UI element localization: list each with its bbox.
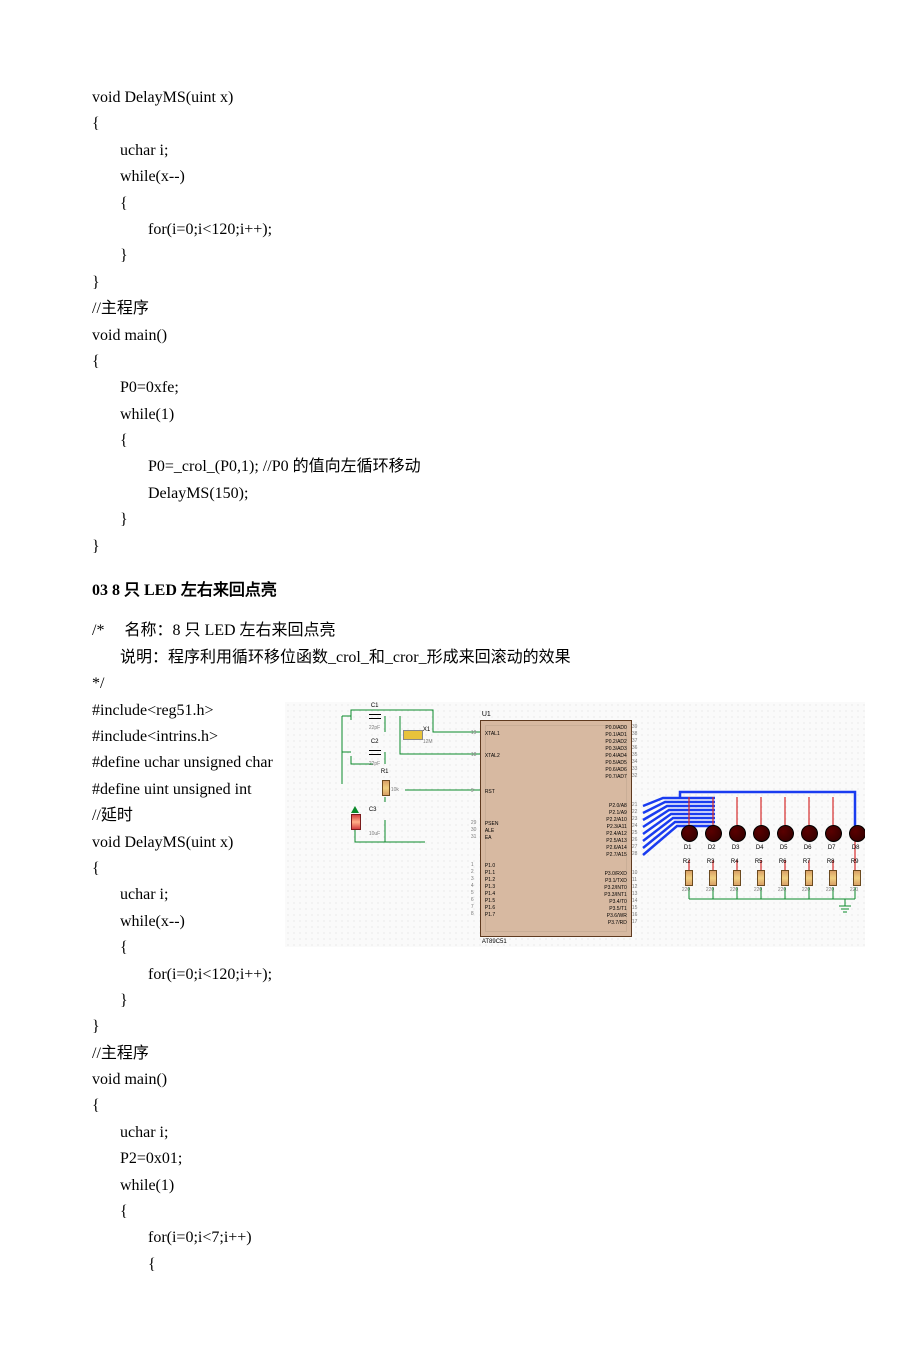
led-label: D3 (732, 844, 740, 854)
x1-label: X1 (423, 726, 430, 736)
u1-label: U1 (482, 709, 491, 721)
code-block-2a: #include<reg51.h> #include<intrins.h> #d… (92, 698, 273, 1041)
pin-label: EA (485, 834, 492, 842)
resistor-value: 220 (682, 886, 690, 894)
led-icon (705, 825, 722, 842)
cap-c3 (351, 814, 361, 830)
resistor-label: R9 (851, 858, 859, 868)
c3-label: C3 (369, 806, 377, 816)
resistor (733, 870, 741, 886)
led-label: D7 (828, 844, 836, 854)
pin-label: XTAL1 (485, 730, 500, 738)
c1-label: C1 (371, 702, 379, 712)
led-icon (849, 825, 865, 842)
resistor-value: 220 (850, 886, 858, 894)
resistor-value: 220 (826, 886, 834, 894)
pin-label: P2.7/A15 (567, 851, 627, 859)
pin-number: 17 (632, 918, 638, 926)
c2-label: C2 (371, 738, 379, 748)
resistor-label: R7 (803, 858, 811, 868)
chip-name: AT89C51 (482, 938, 507, 947)
cap-c2 (369, 750, 381, 755)
r1-label: R1 (381, 768, 389, 778)
resistor-label: R2 (683, 858, 691, 868)
led-icon (777, 825, 794, 842)
pin-label: P1.7 (485, 911, 495, 919)
resistor (853, 870, 861, 886)
circuit-schematic: U1 AT89C51 XTAL119XTAL218RST9PSEN29ALE30… (285, 702, 865, 947)
resistor (829, 870, 837, 886)
pin-number: 8 (471, 910, 474, 918)
led-icon (681, 825, 698, 842)
resistor-label: R8 (827, 858, 835, 868)
led-icon (801, 825, 818, 842)
res-r1 (382, 780, 390, 796)
led-label: D6 (804, 844, 812, 854)
pin-number: 32 (632, 772, 638, 780)
pin-number: 31 (471, 833, 477, 841)
led-label: D5 (780, 844, 788, 854)
pin-number: 18 (471, 751, 477, 759)
c1-value: 22pF (369, 724, 380, 732)
led-icon (753, 825, 770, 842)
section-heading: 03 8 只 LED 左右来回点亮 (92, 578, 828, 604)
led-label: D8 (852, 844, 860, 854)
resistor (709, 870, 717, 886)
pin-label: P0.7/AD7 (567, 773, 627, 781)
resistor (781, 870, 789, 886)
resistor (685, 870, 693, 886)
resistor-value: 220 (754, 886, 762, 894)
resistor-value: 220 (706, 886, 714, 894)
pin-number: 19 (471, 729, 477, 737)
resistor (805, 870, 813, 886)
resistor (757, 870, 765, 886)
resistor-label: R5 (755, 858, 763, 868)
pin-number: 9 (471, 787, 474, 795)
resistor-label: R4 (731, 858, 739, 868)
code-block-2b: //主程序 void main() { uchar i; P2=0x01; wh… (92, 1041, 828, 1279)
resistor-value: 220 (802, 886, 810, 894)
c2-value: 22pF (369, 760, 380, 768)
led-icon (729, 825, 746, 842)
r1-value: 10k (391, 786, 399, 794)
pin-label: RST (485, 788, 495, 796)
led-label: D4 (756, 844, 764, 854)
pin-number: 28 (632, 850, 638, 858)
comment-block: /* 名称：8 只 LED 左右来回点亮 说明：程序利用循环移位函数_crol_… (92, 618, 828, 697)
resistor-label: R3 (707, 858, 715, 868)
led-label: D2 (708, 844, 716, 854)
crystal-x1 (403, 730, 423, 740)
resistor-value: 220 (778, 886, 786, 894)
pin-label: P3.7/RD (567, 919, 627, 927)
led-icon (825, 825, 842, 842)
cap-c1 (369, 714, 381, 719)
code-block-1: void DelayMS(uint x) { uchar i; while(x-… (92, 85, 828, 560)
led-label: D1 (684, 844, 692, 854)
x1-value: 12M (423, 738, 433, 746)
resistor-value: 220 (730, 886, 738, 894)
pin-label: XTAL2 (485, 752, 500, 760)
resistor-label: R6 (779, 858, 787, 868)
c3-value: 10uF (369, 830, 380, 838)
